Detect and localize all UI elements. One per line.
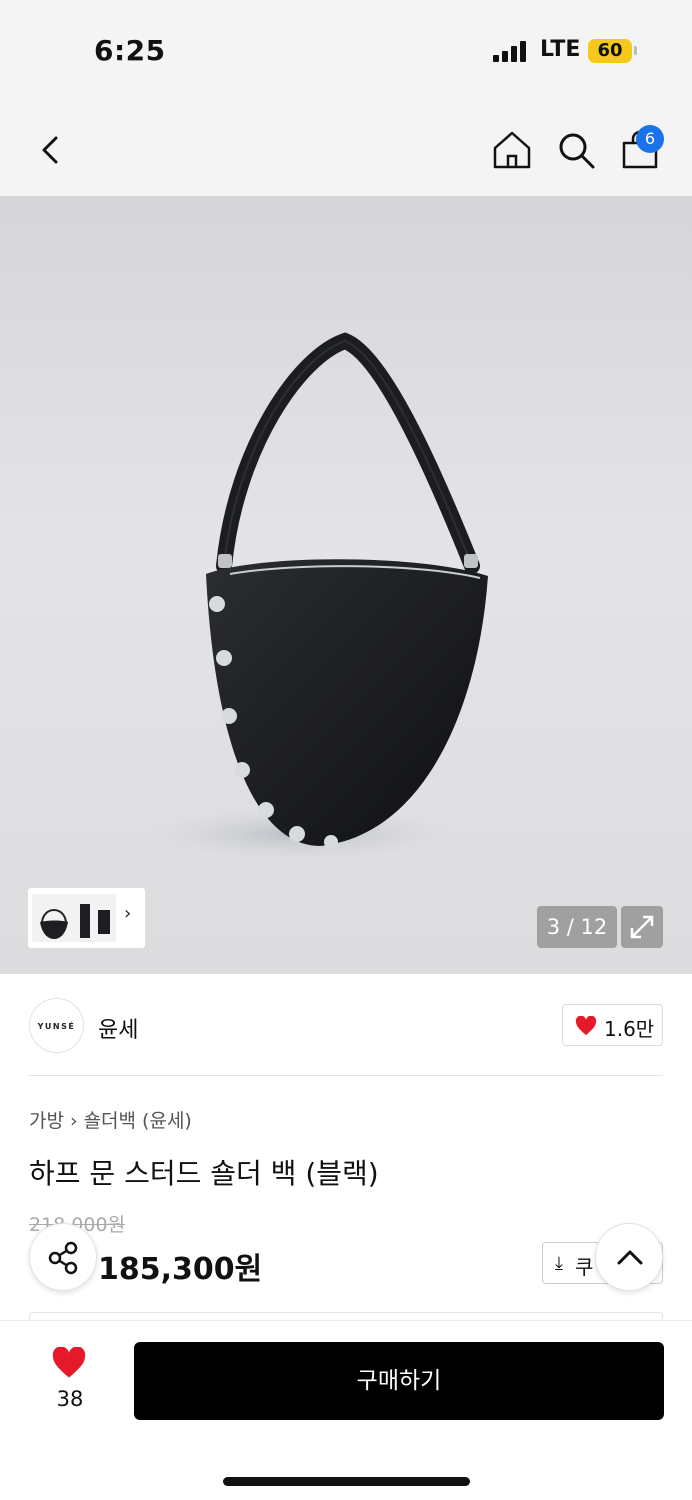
heart-icon [575,1016,597,1036]
thumbnail-2[interactable] [76,894,116,942]
status-bar: 6:25 LTE 60 [0,0,692,100]
chevron-right-icon: › [69,1110,78,1132]
home-button[interactable] [492,130,532,170]
status-time: 6:25 [94,34,166,67]
battery-icon: 60 [588,39,632,63]
breadcrumb-category[interactable]: 가방 [29,1106,64,1133]
search-button[interactable] [556,130,596,170]
scroll-top-button[interactable] [595,1223,663,1291]
thumbnail-next-icon[interactable]: › [124,903,131,924]
signal-icon [493,41,526,62]
breadcrumb: 가방 › 숄더백 (윤세) [29,1106,192,1133]
home-indicator [223,1477,470,1486]
battery-level: 60 [597,40,623,61]
buy-button[interactable]: 구매하기 [134,1342,664,1420]
sale-price: 185,300원 [98,1252,263,1287]
share-icon [48,1241,78,1275]
nav-bar [0,100,692,196]
bottom-action-bar: 38 구매하기 [0,1320,692,1500]
brand-like-button[interactable]: 1.6만 [562,1004,663,1046]
wishlist-heart-icon[interactable] [51,1347,87,1379]
back-button[interactable] [30,130,70,170]
breadcrumb-subcategory[interactable]: 숄더백 (윤세) [84,1106,192,1133]
thumbnail-strip[interactable]: › [28,888,145,948]
brand-logo[interactable]: YUNSÉ [29,998,84,1053]
expand-button[interactable] [621,906,663,948]
image-counter: 3 / 12 [537,906,617,948]
product-image [150,332,488,860]
divider [29,1075,663,1076]
brand-name[interactable]: 윤세 [98,1012,138,1044]
share-button[interactable] [29,1223,97,1291]
coupon-label: 쿠 [575,1255,594,1279]
product-title: 하프 문 스터드 숄더 백 (블랙) [29,1157,379,1190]
product-info: YUNSÉ 윤세 1.6만 가방 › 숄더백 (윤세) 하프 문 스터드 숄더 백 … [0,974,692,1332]
brand-like-count: 1.6만 [604,1017,655,1041]
download-icon: ⤓ [555,1253,563,1274]
thumbnail-1[interactable] [32,894,76,942]
cart-count-badge: 6 [636,125,664,153]
chevron-up-icon [617,1250,643,1265]
network-label: LTE [540,37,581,62]
battery-nub [634,46,637,55]
product-image-gallery[interactable]: › 3 / 12 [0,196,692,974]
wishlist-count: 38 [56,1387,84,1411]
